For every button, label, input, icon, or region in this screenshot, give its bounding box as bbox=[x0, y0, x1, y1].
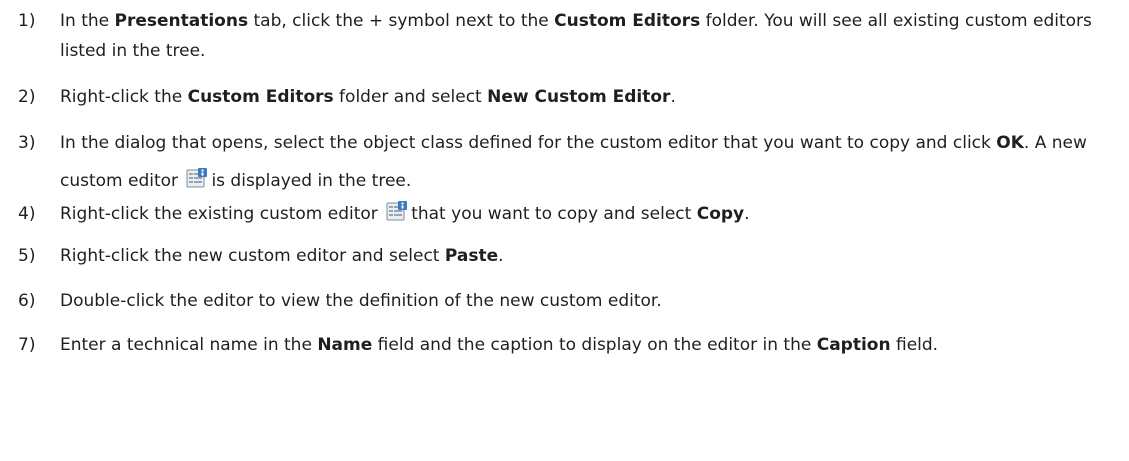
new-custom-editor-command: New Custom Editor bbox=[487, 87, 671, 107]
step-number: 2) bbox=[18, 87, 36, 107]
step-number: 6) bbox=[18, 291, 36, 311]
step-number: 1) bbox=[18, 11, 36, 31]
copy-command: Copy bbox=[696, 204, 745, 224]
name-field-label: Name bbox=[317, 335, 373, 355]
step-text: Right-click the Custom Editors folder an… bbox=[60, 87, 676, 107]
step-text: Right-click the existing custom editor t… bbox=[60, 199, 1123, 229]
step-text: In the Presentations tab, click the + sy… bbox=[60, 11, 1092, 61]
step-text: Right-click the new custom editor and se… bbox=[60, 246, 504, 266]
step-number: 4) bbox=[18, 204, 36, 224]
caption-field-label: Caption bbox=[816, 335, 891, 355]
custom-editor-icon bbox=[186, 165, 208, 188]
step-number: 3) bbox=[18, 133, 36, 153]
step-text: Enter a technical name in the Name field… bbox=[60, 335, 939, 355]
step-text: In the dialog that opens, select the obj… bbox=[60, 133, 1087, 191]
paste-command: Paste bbox=[444, 246, 499, 266]
custom-editor-icon bbox=[386, 200, 408, 222]
presentations-tab-label: Presentations bbox=[114, 11, 249, 31]
custom-editors-folder-label: Custom Editors bbox=[554, 11, 701, 31]
step-number: 7) bbox=[18, 335, 36, 355]
step-text: Double-click the editor to view the defi… bbox=[60, 291, 662, 311]
step-number: 5) bbox=[18, 246, 36, 266]
custom-editors-folder-label: Custom Editors bbox=[187, 87, 334, 107]
ok-button-label: OK bbox=[996, 133, 1024, 153]
instruction-steps: 1) In the Presentations tab, click the +… bbox=[0, 0, 1129, 461]
